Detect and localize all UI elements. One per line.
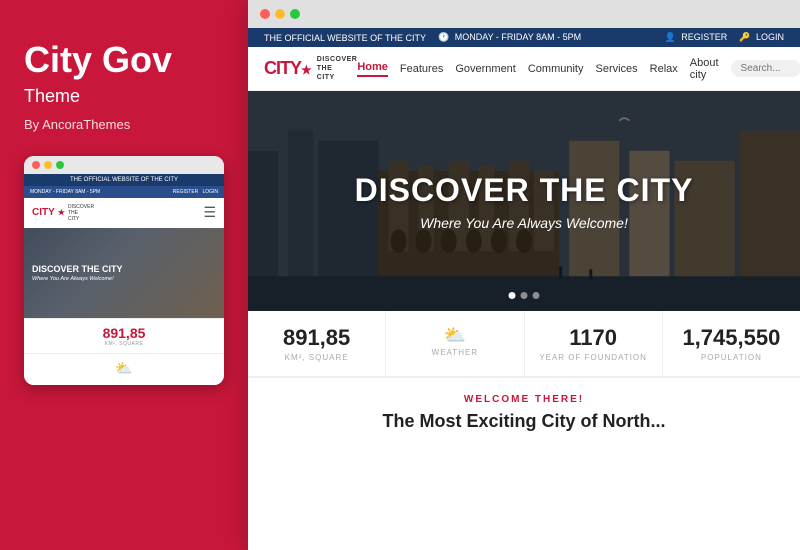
mobile-stat-number: 891,85 (30, 325, 218, 341)
login-icon: 🔑 (739, 32, 750, 42)
right-panel: THE OFFICIAL WEBSITE OF THE CITY 🕐 MONDA… (248, 0, 800, 550)
mobile-hero-title: DISCOVER THE CITY (32, 264, 216, 274)
hero-content: DISCOVER THE CITY Where You Are Always W… (355, 172, 694, 231)
mobile-hero-subtitle: Where You Are Always Welcome! (32, 276, 216, 282)
browser-dot-red (260, 9, 270, 19)
site-logo: CITY★ DISCOVER THE CITY (264, 55, 357, 82)
site-topbar: THE OFFICIAL WEBSITE OF THE CITY 🕐 MONDA… (248, 28, 800, 47)
mobile-weather-stat: ⛅ (24, 353, 224, 385)
hero-subtitle: Where You Are Always Welcome! (355, 215, 694, 231)
nav-link-aboutcity[interactable]: About city (690, 57, 719, 81)
stat-foundation-year: 1170 YEAR OF FOUNDATION (525, 311, 663, 376)
mobile-browser-dots (24, 156, 224, 174)
stat-label-year: YEAR OF FOUNDATION (533, 353, 654, 362)
stat-km-square: 891,85 KM², SQUARE (248, 311, 386, 376)
nav-link-features[interactable]: Features (400, 63, 443, 75)
mobile-info-bar: MONDAY - FRIDAY 8AM - 5PM REGISTER LOGIN (24, 186, 224, 198)
mobile-logo-star-icon: ★ (58, 208, 65, 217)
nav-link-relax[interactable]: Relax (650, 63, 678, 75)
mobile-hero-content: DISCOVER THE CITY Where You Are Always W… (32, 264, 216, 282)
theme-subtitle: Theme (24, 86, 224, 107)
stat-number-population: 1,745,550 (671, 325, 792, 351)
theme-author: By AncoraThemes (24, 117, 224, 132)
clock-icon: 🕐 (438, 32, 449, 42)
hero-dot-1[interactable] (509, 292, 516, 299)
browser-dot-green (290, 9, 300, 19)
mobile-logo: CITY★ DISCOVER THE CITY (32, 204, 94, 222)
mobile-dot-red (32, 161, 40, 169)
site-topbar-right: 👤 REGISTER 🔑 LOGIN (665, 32, 785, 43)
mobile-weather-icon: ⛅ (30, 360, 218, 377)
mobile-topbar: THE OFFICIAL WEBSITE OF THE CITY (24, 174, 224, 186)
left-panel: City Gov Theme By AncoraThemes THE OFFIC… (0, 0, 248, 550)
nav-link-government[interactable]: Government (455, 63, 516, 75)
hero-dot-3[interactable] (533, 292, 540, 299)
mobile-mockup: THE OFFICIAL WEBSITE OF THE CITY MONDAY … (24, 156, 224, 385)
mobile-stat-label: KM², SQUARE (30, 341, 218, 347)
browser-dot-yellow (275, 9, 285, 19)
nav-link-community[interactable]: Community (528, 63, 584, 75)
stat-label-population: POPULATION (671, 353, 792, 362)
hero-dot-2[interactable] (521, 292, 528, 299)
topbar-official: THE OFFICIAL WEBSITE OF THE CITY (264, 33, 426, 43)
site-navbar: CITY★ DISCOVER THE CITY Home Features Go… (248, 47, 800, 91)
hero-pagination-dots (509, 292, 540, 299)
theme-title: City Gov (24, 40, 224, 80)
mobile-nav: CITY★ DISCOVER THE CITY ☰ (24, 198, 224, 228)
stat-weather: ⛅ WEATHER (386, 311, 524, 376)
stats-bar: 891,85 KM², SQUARE ⛅ WEATHER 1170 YEAR O… (248, 311, 800, 377)
mobile-hero: DISCOVER THE CITY Where You Are Always W… (24, 228, 224, 318)
site-logo-tagline: DISCOVER THE CITY (317, 55, 358, 82)
mobile-dot-green (56, 161, 64, 169)
welcome-section: WELCOME THERE! The Most Exciting City of… (248, 377, 800, 442)
mobile-logo-sub: DISCOVER THE CITY (68, 204, 94, 222)
mobile-hamburger-icon[interactable]: ☰ (203, 204, 216, 221)
topbar-hours: 🕐 MONDAY - FRIDAY 8AM - 5PM (438, 32, 581, 43)
weather-icon: ⛅ (394, 325, 515, 346)
stat-number-year: 1170 (533, 325, 654, 351)
topbar-login-link[interactable]: 🔑 LOGIN (739, 32, 784, 43)
site-topbar-left: THE OFFICIAL WEBSITE OF THE CITY 🕐 MONDA… (264, 32, 581, 43)
site-nav-links: Home Features Government Community Servi… (357, 57, 800, 81)
browser-chrome (248, 0, 800, 28)
stat-label-km: KM², SQUARE (256, 353, 377, 362)
nav-link-services[interactable]: Services (595, 63, 637, 75)
mobile-logo-text: CITY★ (32, 207, 65, 218)
site-logo-star-icon: ★ (301, 63, 311, 77)
stat-label-weather: WEATHER (394, 348, 515, 357)
mobile-stat: 891,85 KM², SQUARE (24, 318, 224, 353)
stat-number-km: 891,85 (256, 325, 377, 351)
welcome-label: WELCOME THERE! (268, 394, 780, 405)
site-hero: DISCOVER THE CITY Where You Are Always W… (248, 91, 800, 311)
nav-link-home[interactable]: Home (357, 61, 388, 77)
mobile-dot-yellow (44, 161, 52, 169)
user-icon: 👤 (665, 32, 676, 42)
stat-population: 1,745,550 POPULATION (663, 311, 800, 376)
hero-title: DISCOVER THE CITY (355, 172, 694, 209)
topbar-register-link[interactable]: 👤 REGISTER (665, 32, 728, 43)
welcome-title: The Most Exciting City of North... (268, 411, 780, 432)
site-logo-text: CITY★ (264, 58, 311, 79)
search-input[interactable] (731, 60, 800, 77)
